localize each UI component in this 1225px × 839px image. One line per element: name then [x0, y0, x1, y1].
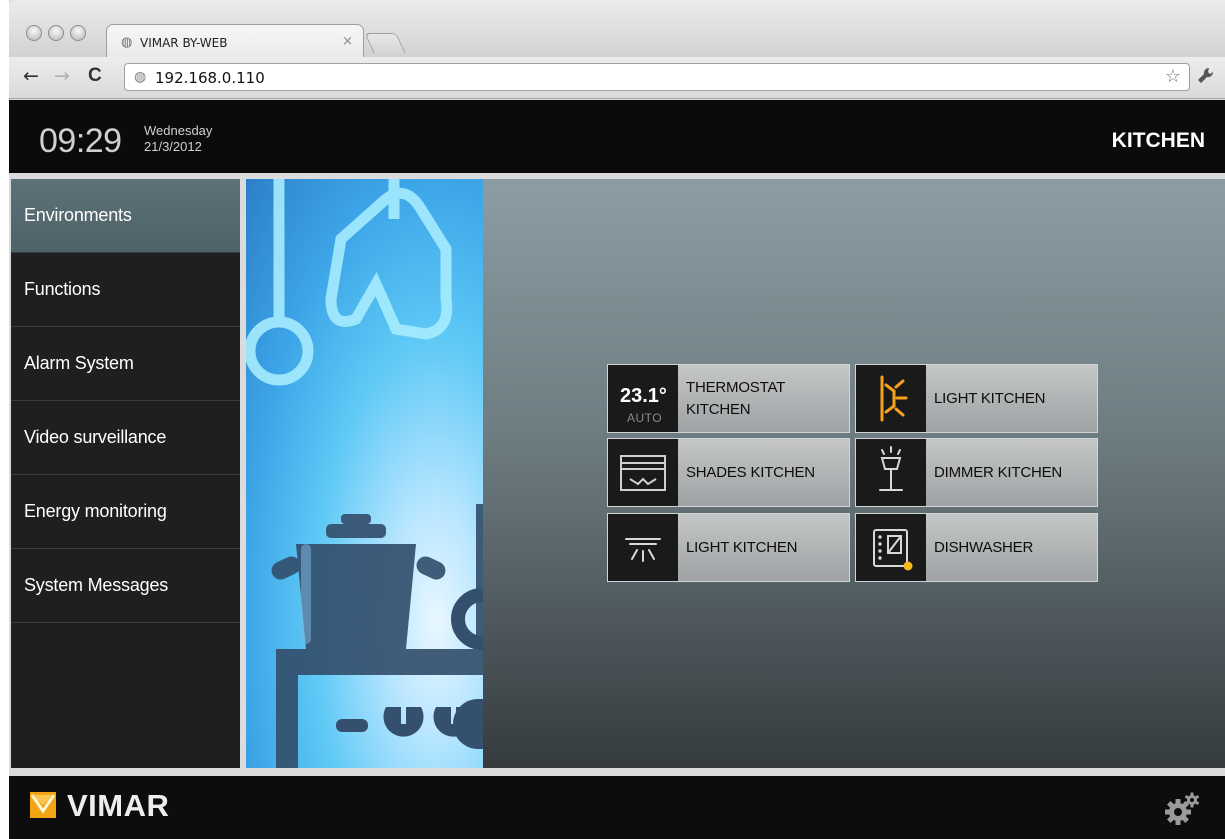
status-dot-icon [903, 561, 913, 571]
browser-toolbar: ← → C ◍ 192.168.0.110 ☆ [9, 57, 1225, 99]
tile-label-line2: KITCHEN [686, 401, 751, 418]
settings-gear-icon[interactable] [1164, 792, 1204, 826]
back-button[interactable]: ← [23, 66, 39, 86]
zoom-window-button[interactable] [70, 25, 86, 41]
shades-kitchen-tile[interactable]: SHADES KITCHEN [607, 438, 850, 507]
sidebar-item-energy-monitoring[interactable]: Energy monitoring [11, 475, 240, 549]
sidebar-item-system-messages[interactable]: System Messages [11, 549, 240, 623]
kitchen-illustration [246, 179, 483, 768]
sidebar-item-label: Energy monitoring [24, 501, 167, 521]
url-text[interactable]: 192.168.0.110 [155, 69, 265, 87]
sidebar-item-video-surveillance[interactable]: Video surveillance [11, 401, 240, 475]
sidebar-item-label: Environments [24, 205, 132, 225]
shades-icon [608, 439, 678, 506]
globe-icon: ◍ [121, 35, 133, 50]
tile-label: SHADES KITCHEN [686, 464, 815, 481]
light-kitchen-tile-2[interactable]: LIGHT KITCHEN [607, 513, 850, 582]
light-kitchen-tile[interactable]: LIGHT KITCHEN [855, 364, 1098, 433]
address-bar[interactable]: ◍ 192.168.0.110 ☆ [124, 63, 1190, 91]
sidebar-item-label: Video surveillance [24, 427, 167, 447]
reload-button[interactable]: C [88, 66, 102, 86]
sidebar-item-label: System Messages [24, 575, 169, 595]
close-window-button[interactable] [26, 25, 42, 41]
sidebar-item-functions[interactable]: Functions [11, 253, 240, 327]
tile-label-line1: THERMOSTAT [686, 379, 786, 396]
tile-label: LIGHT KITCHEN [934, 390, 1046, 407]
minimize-window-button[interactable] [48, 25, 64, 41]
tile-label: DIMMER KITCHEN [934, 464, 1063, 481]
browser-window: ◍ VIMAR BY-WEB × ← → C ◍ 192.168.0.110 ☆… [9, 0, 1225, 839]
sidebar-item-alarm-system[interactable]: Alarm System [11, 327, 240, 401]
dishwasher-tile[interactable]: DISHWASHER [855, 513, 1098, 582]
light-on-icon [856, 365, 926, 432]
kitchen-utensils-icon [246, 179, 483, 768]
clock-time: 09:29 [39, 122, 122, 160]
browser-titlebar: ◍ VIMAR BY-WEB × [9, 0, 1225, 57]
page-title: KITCHEN [1111, 129, 1205, 152]
clock-date: 21/3/2012 [144, 139, 202, 154]
bookmark-star-icon[interactable]: ☆ [1165, 66, 1181, 87]
sidebar-item-environments[interactable]: Environments [11, 179, 240, 253]
new-tab-button[interactable] [364, 33, 406, 53]
sidebar: Environments Functions Alarm System Vide… [11, 179, 240, 768]
vimar-app: 09:29 Wednesday 21/3/2012 KITCHEN Enviro… [9, 100, 1225, 839]
tab-title: VIMAR BY-WEB [140, 36, 228, 50]
tile-label: DISHWASHER [934, 539, 1034, 556]
app-header: 09:29 Wednesday 21/3/2012 KITCHEN [9, 100, 1225, 173]
globe-icon: ◍ [134, 69, 147, 85]
ceiling-light-icon [608, 514, 678, 581]
environment-panel: 23.1° AUTO THERMOSTAT KITCHEN LIGHT KITC… [483, 179, 1225, 768]
dimmer-lamp-icon [856, 439, 926, 506]
close-tab-icon[interactable]: × [342, 34, 353, 49]
wrench-icon[interactable] [1196, 66, 1216, 86]
app-footer: VIMAR [9, 776, 1225, 839]
browser-tab[interactable]: ◍ VIMAR BY-WEB × [106, 24, 364, 57]
dishwasher-icon [856, 514, 926, 581]
temperature-value: 23.1° [620, 385, 667, 407]
thermostat-mode: AUTO [627, 411, 663, 425]
forward-button[interactable]: → [54, 66, 70, 86]
dimmer-kitchen-tile[interactable]: DIMMER KITCHEN [855, 438, 1098, 507]
sidebar-item-label: Alarm System [24, 353, 134, 373]
brand-name: VIMAR [67, 788, 170, 823]
sidebar-item-label: Functions [24, 279, 101, 299]
tile-label: LIGHT KITCHEN [686, 539, 798, 556]
thermostat-readout: 23.1° AUTO [608, 365, 678, 432]
vimar-logo-icon [30, 792, 56, 818]
thermostat-kitchen-tile[interactable]: 23.1° AUTO THERMOSTAT KITCHEN [607, 364, 850, 433]
clock-day: Wednesday [144, 123, 213, 138]
